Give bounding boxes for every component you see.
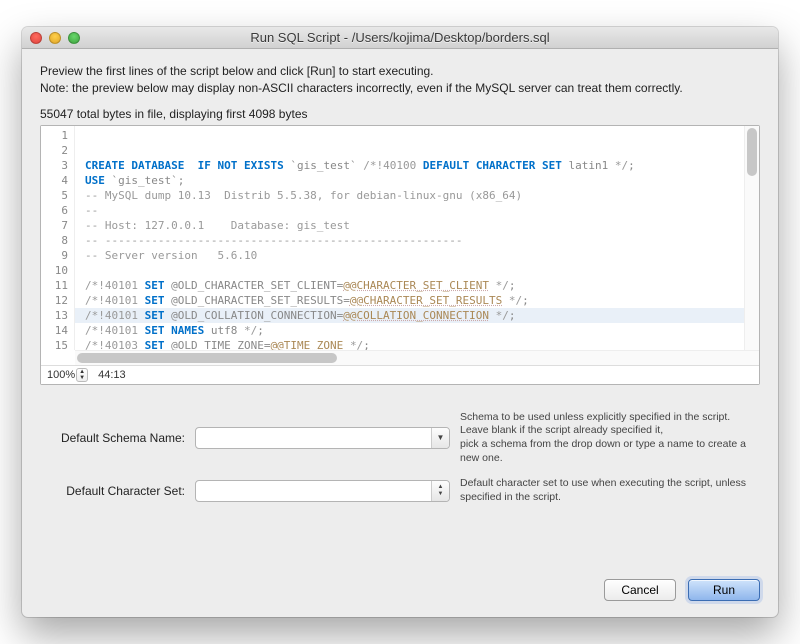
- schema-hint: Schema to be used unless explicitly spec…: [460, 411, 760, 466]
- window-controls: [30, 32, 80, 44]
- zoom-value: 100%: [47, 369, 75, 381]
- editor-body[interactable]: 1234567891011121314151617181920212223242…: [41, 126, 759, 350]
- schema-input[interactable]: [196, 428, 431, 448]
- zoom-stepper[interactable]: 100% ▲▼: [47, 368, 88, 382]
- zoom-icon[interactable]: [68, 32, 80, 44]
- charset-input[interactable]: [196, 481, 431, 501]
- vertical-scrollbar[interactable]: [744, 126, 759, 350]
- description-text: Preview the first lines of the script be…: [40, 63, 760, 97]
- stepper-updown-icon[interactable]: ▲▼: [431, 481, 449, 501]
- dialog-window: Run SQL Script - /Users/kojima/Desktop/b…: [22, 27, 778, 617]
- charset-hint: Default character set to use when execut…: [460, 477, 760, 504]
- cursor-position: 44:13: [98, 369, 126, 381]
- description-line-1: Preview the first lines of the script be…: [40, 63, 760, 80]
- content-area: Preview the first lines of the script be…: [22, 49, 778, 617]
- run-button[interactable]: Run: [688, 579, 760, 601]
- titlebar[interactable]: Run SQL Script - /Users/kojima/Desktop/b…: [22, 27, 778, 49]
- vertical-scroll-thumb[interactable]: [747, 128, 757, 176]
- dialog-buttons: Cancel Run: [40, 561, 760, 601]
- charset-label: Default Character Set:: [40, 484, 185, 498]
- options-form: Default Schema Name: ▼ Schema to be used…: [40, 411, 760, 505]
- description-line-2: Note: the preview below may display non-…: [40, 80, 760, 97]
- sql-editor: 1234567891011121314151617181920212223242…: [40, 125, 760, 385]
- line-gutter: 1234567891011121314151617181920212223242…: [41, 126, 75, 350]
- window-title: Run SQL Script - /Users/kojima/Desktop/b…: [22, 30, 778, 45]
- close-icon[interactable]: [30, 32, 42, 44]
- schema-label: Default Schema Name:: [40, 431, 185, 445]
- horizontal-scroll-thumb[interactable]: [77, 353, 337, 363]
- cancel-button[interactable]: Cancel: [604, 579, 676, 601]
- charset-combobox[interactable]: ▲▼: [195, 480, 450, 502]
- horizontal-scrollbar[interactable]: [75, 350, 759, 365]
- minimize-icon[interactable]: [49, 32, 61, 44]
- code-area[interactable]: CREATE DATABASE IF NOT EXISTS `gis_test`…: [75, 126, 744, 350]
- editor-statusbar: 100% ▲▼ 44:13: [41, 365, 759, 384]
- file-stats: 55047 total bytes in file, displaying fi…: [40, 107, 760, 121]
- schema-combobox[interactable]: ▼: [195, 427, 450, 449]
- chevron-down-icon[interactable]: ▼: [431, 428, 449, 448]
- stepper-arrows-icon[interactable]: ▲▼: [76, 368, 88, 382]
